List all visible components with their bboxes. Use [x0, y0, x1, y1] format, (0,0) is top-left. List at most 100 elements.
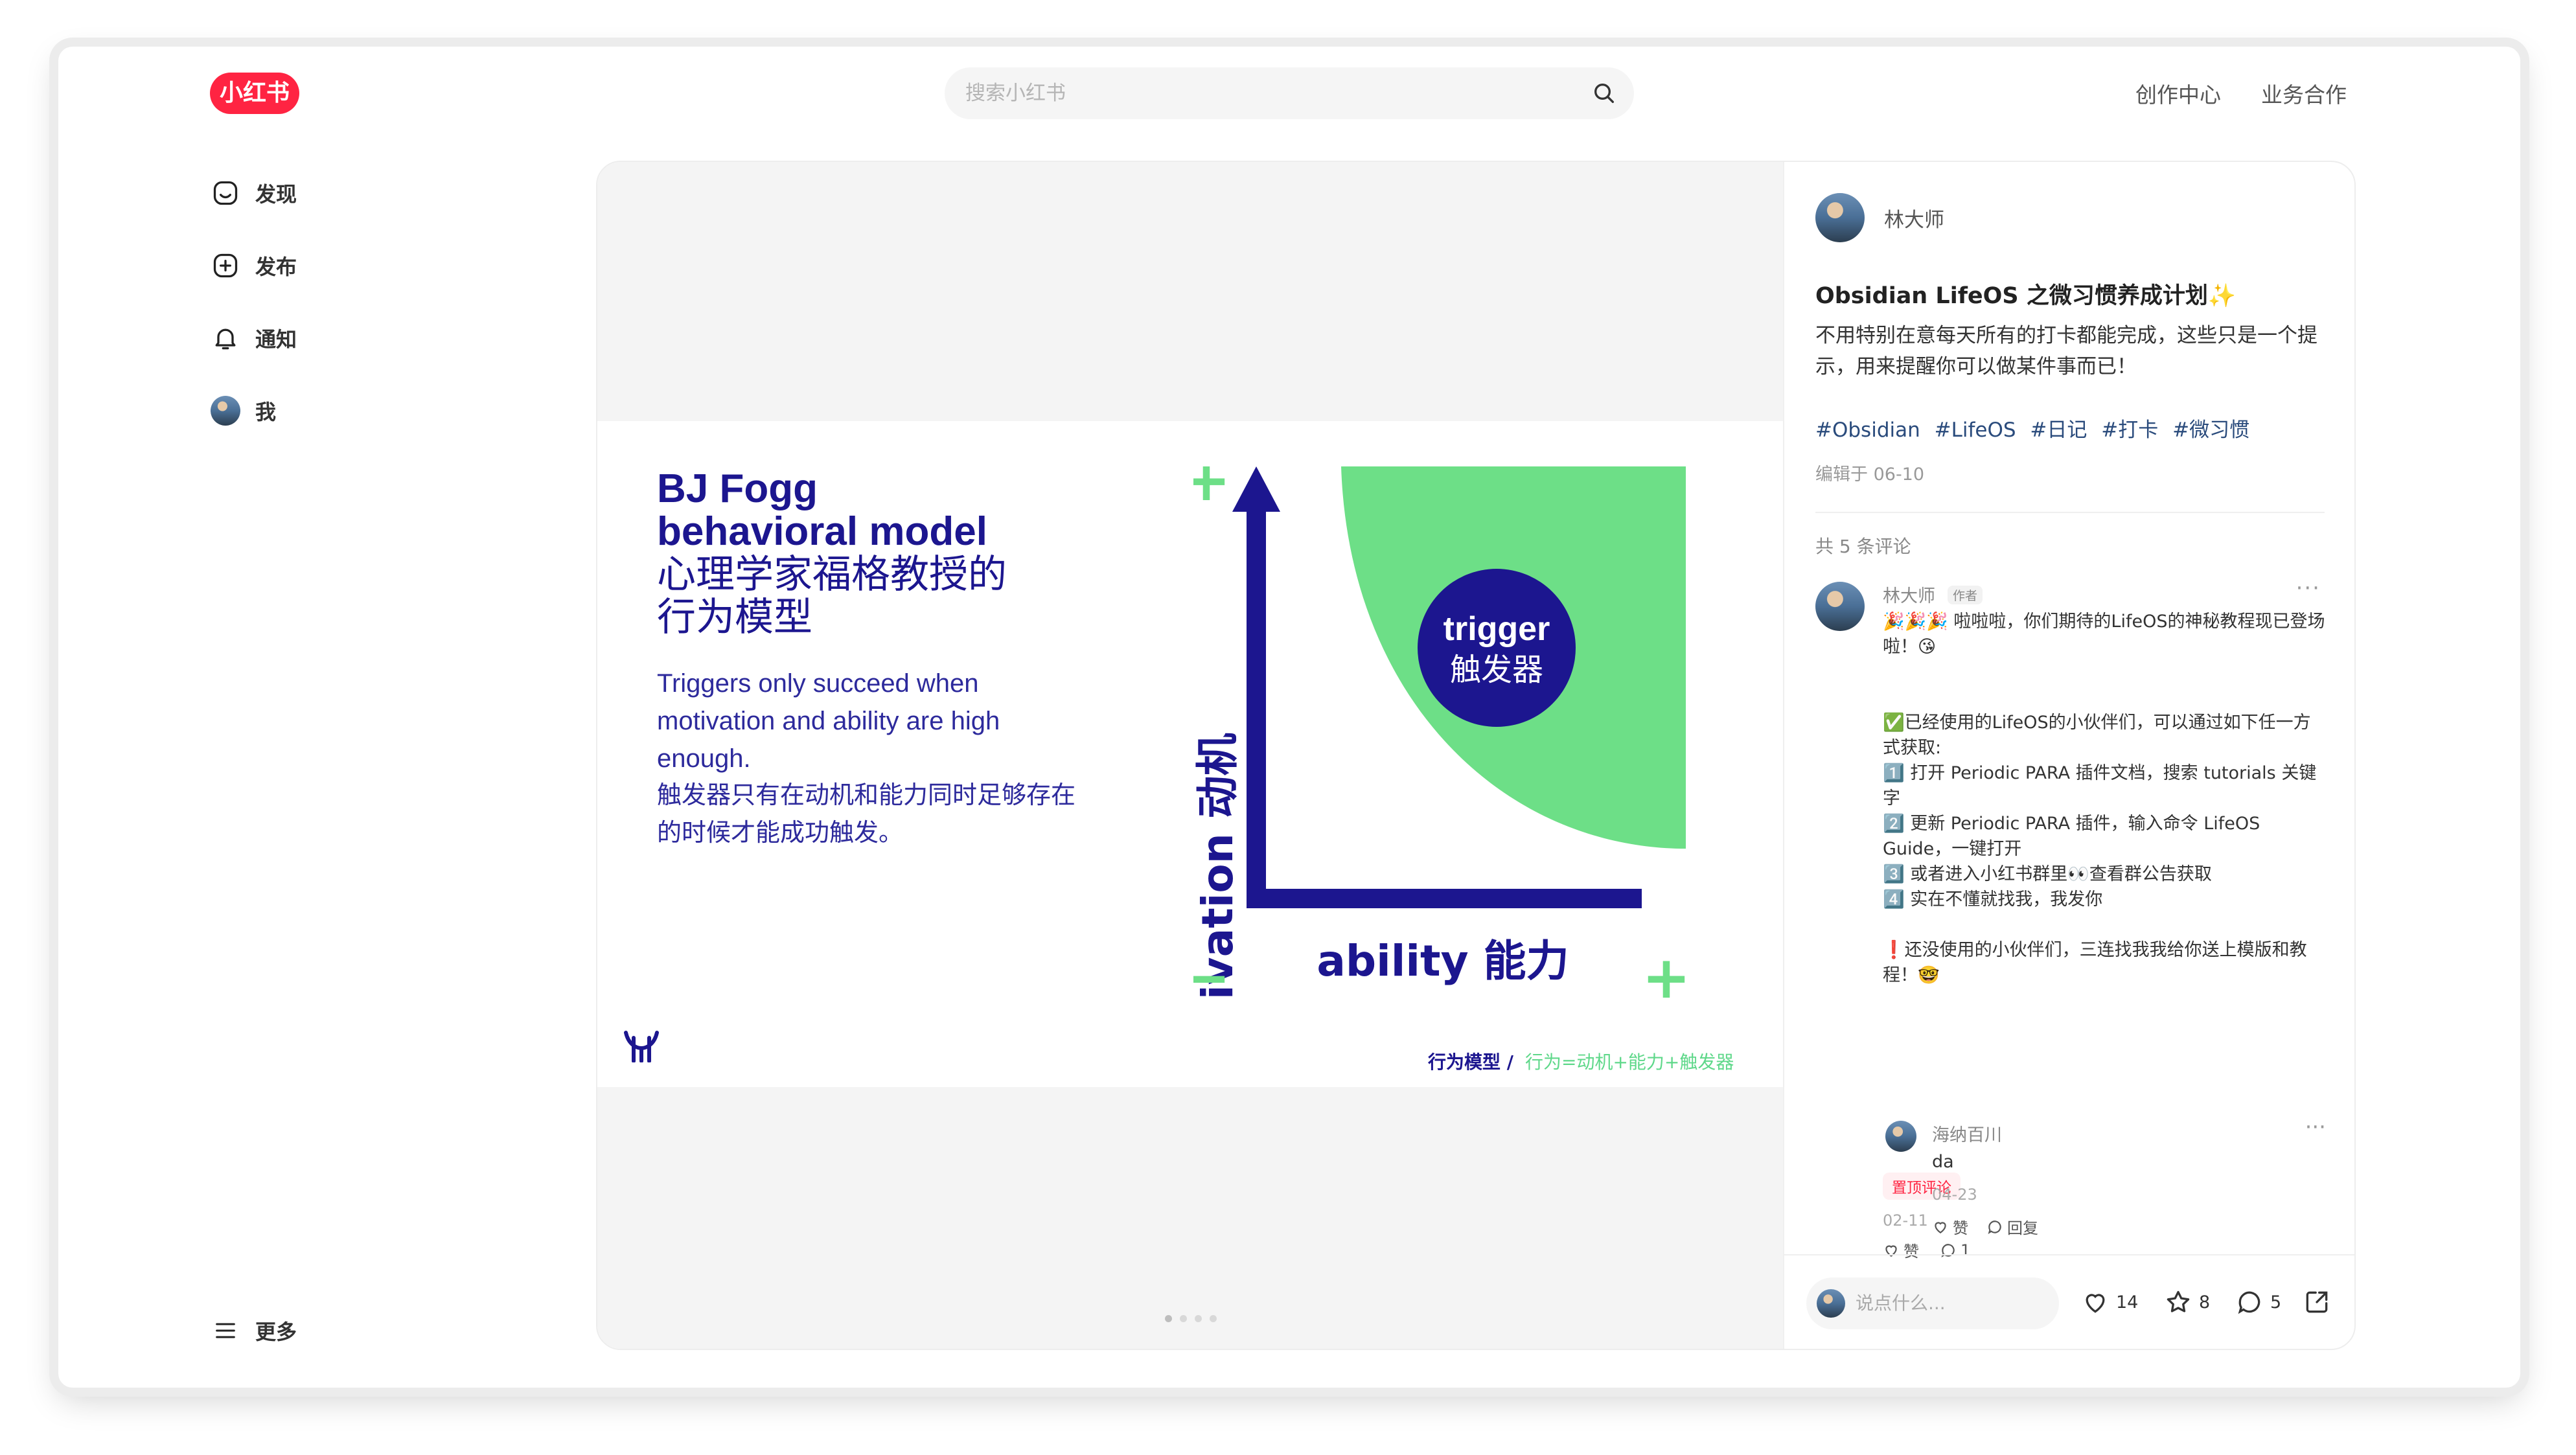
sidebar-item-me[interactable]: 我: [210, 391, 276, 430]
sidebar-more[interactable]: 更多: [210, 1311, 297, 1350]
plus-square-icon: [210, 250, 241, 281]
tag-link[interactable]: #打卡: [2101, 418, 2158, 442]
avatar: [211, 396, 240, 426]
sidebar-item-notifications[interactable]: 通知: [210, 319, 297, 358]
comment-line: ❗️还没使用的小伙伴们，三连找我我给你送上模版和教程！🤓: [1883, 940, 2307, 985]
sidebar-item-label: 发现: [255, 182, 297, 207]
replier-avatar[interactable]: [1885, 1121, 1916, 1152]
comment-count: 共 5 条评论: [1815, 536, 1911, 557]
slide-footer-b: 行为=动机+能力+触发器: [1525, 1051, 1734, 1073]
image-carousel[interactable]: BJ Fogg behavioral model 心理学家福格教授的 行为模型 …: [597, 162, 1783, 1349]
trigger-circle: [1418, 569, 1576, 727]
bell-icon: [210, 323, 241, 354]
like-label: 赞: [1953, 1219, 1968, 1237]
comment-line: 1️⃣ 打开 Periodic PARA 插件文档，搜索 tutorials 关…: [1883, 763, 2317, 808]
like-count: 14: [2116, 1292, 2139, 1312]
creator-center-link[interactable]: 创作中心: [2135, 78, 2221, 109]
comment-line: [1883, 912, 2327, 937]
slide-title-cn: 心理学家福格教授的 行为模型: [657, 553, 1007, 639]
trigger-cn-text: 触发器: [1450, 652, 1543, 688]
edited-date: 编辑于 06-10: [1815, 464, 1925, 485]
comment-line: 4️⃣ 实在不懂就找我，我发你: [1883, 889, 2103, 910]
sidebar-more-label: 更多: [255, 1320, 297, 1344]
slide-title-cn-2: 行为模型: [657, 595, 812, 640]
comment-placeholder: 说点什么...: [1856, 1292, 1946, 1314]
slide-body-cn: 触发器只有在动机和能力同时足够存在的时候才能成功触发。: [657, 781, 1076, 847]
collect-count: 8: [2199, 1292, 2211, 1312]
slide-title-cn-1: 心理学家福格教授的: [657, 552, 1007, 597]
slide-title-en-1: BJ Fogg: [657, 466, 818, 511]
comment-line: 🎉🎉🎉 啦啦啦，你们期待的LifeOS的神秘教程现已登场啦！😘: [1883, 612, 2325, 657]
note-detail-card: BJ Fogg behavioral model 心理学家福格教授的 行为模型 …: [596, 161, 2356, 1350]
divider: [1815, 512, 2325, 513]
slide-footer-a: 行为模型 /: [1428, 1051, 1513, 1073]
x-axis-label: ability 能力: [1317, 936, 1569, 986]
author-avatar[interactable]: [1815, 193, 1865, 242]
avatar: [1817, 1289, 1845, 1318]
replier-name[interactable]: 海纳百川: [1932, 1121, 2002, 1146]
reply-label: 回复: [2007, 1219, 2038, 1237]
slide-image: BJ Fogg behavioral model 心理学家福格教授的 行为模型 …: [597, 421, 1783, 1087]
sidebar-item-label: 通知: [255, 327, 297, 352]
heart-icon: [1935, 1222, 1946, 1233]
reply-actions: 赞 回复: [1932, 1215, 2038, 1238]
comment-line: ✅已经使用的LifeOS的小伙伴们，可以通过如下任一方式获取:: [1883, 713, 2311, 758]
tag-link[interactable]: #LifeOS: [1935, 418, 2016, 442]
comment-total: 5: [2270, 1292, 2282, 1312]
carousel-dot[interactable]: [1165, 1315, 1172, 1322]
more-options-icon[interactable]: ···: [2305, 1114, 2326, 1140]
x-axis-bar: [1247, 889, 1642, 908]
minus-bottom: −: [1193, 944, 1231, 998]
avatar-wrap: [210, 395, 241, 426]
author-badge: 作者: [1948, 586, 1983, 604]
commenter-avatar[interactable]: [1815, 582, 1865, 631]
reply-button[interactable]: 回复: [1986, 1215, 2038, 1238]
tag-link[interactable]: #日记: [2030, 418, 2087, 442]
app-logo[interactable]: 小红书: [210, 73, 299, 114]
tag-link[interactable]: #微习惯: [2172, 418, 2249, 442]
like-button[interactable]: 赞: [1932, 1215, 1968, 1238]
comment-line: [1883, 685, 2327, 710]
carousel-dot[interactable]: [1210, 1315, 1217, 1322]
slide-title-en: BJ Fogg behavioral model: [657, 468, 987, 553]
carousel-dot[interactable]: [1180, 1315, 1187, 1322]
sidebar-item-discover[interactable]: 发现: [210, 174, 297, 212]
engagement-bar: 说点什么... 14 8 5: [1784, 1254, 2354, 1349]
commenter-name[interactable]: 林大师: [1883, 582, 1935, 607]
menu-icon: [210, 1315, 241, 1346]
share-button[interactable]: [2303, 1288, 2331, 1316]
like-button[interactable]: 14: [2081, 1288, 2138, 1316]
more-options-icon[interactable]: ···: [2296, 575, 2321, 601]
comment-line: 2️⃣ 更新 Periodic PARA 插件，输入命令 LifeOS Guid…: [1883, 814, 2260, 859]
home-icon: [210, 178, 241, 209]
star-icon: [2167, 1290, 2190, 1312]
note-side-panel: 林大师 Obsidian LifeOS 之微习惯养成计划✨ 不用特别在意每天所有…: [1783, 162, 2354, 1349]
comment-date: 02-11: [1883, 1211, 1928, 1230]
comment-line: 3️⃣ 或者进入小红书群里👀查看群公告获取: [1883, 864, 2212, 884]
brand-mark-icon: [624, 1031, 659, 1062]
comment-line: [1883, 659, 2327, 685]
business-link[interactable]: 业务合作: [2261, 78, 2347, 109]
app-window: 小红书 搜索小红书 创作中心 业务合作 发现 发布 通知 我 更多 BJ Fog…: [58, 47, 2520, 1388]
search-bar[interactable]: 搜索小红书: [945, 67, 1634, 119]
carousel-dots[interactable]: [1165, 1315, 1217, 1322]
slide-title-en-2: behavioral model: [657, 509, 987, 554]
author-name[interactable]: 林大师: [1884, 203, 1944, 233]
y-axis-bar: [1247, 499, 1266, 907]
note-tags: #Obsidian #LifeOS #日记 #打卡 #微习惯: [1815, 413, 2257, 442]
collect-button[interactable]: 8: [2164, 1288, 2210, 1316]
y-axis-arrow: [1232, 466, 1280, 512]
reply-date: 04-23: [1932, 1186, 1977, 1204]
tag-link[interactable]: #Obsidian: [1815, 418, 1920, 442]
heart-icon: [2086, 1294, 2105, 1313]
trigger-en-text: trigger: [1443, 610, 1550, 648]
comment-input[interactable]: 说点什么...: [1806, 1277, 2059, 1329]
search-icon[interactable]: [1591, 80, 1617, 106]
comment-button[interactable]: 5: [2235, 1288, 2281, 1316]
carousel-dot[interactable]: [1195, 1315, 1202, 1322]
sidebar-item-publish[interactable]: 发布: [210, 246, 297, 285]
fogg-diagram: trigger 触发器 motivation 动机 ability 能力 + −…: [1193, 466, 1686, 998]
author-info[interactable]: 林大师: [1815, 193, 1944, 242]
search-placeholder: 搜索小红书: [965, 82, 1066, 105]
sidebar-item-label: 发布: [255, 255, 297, 279]
